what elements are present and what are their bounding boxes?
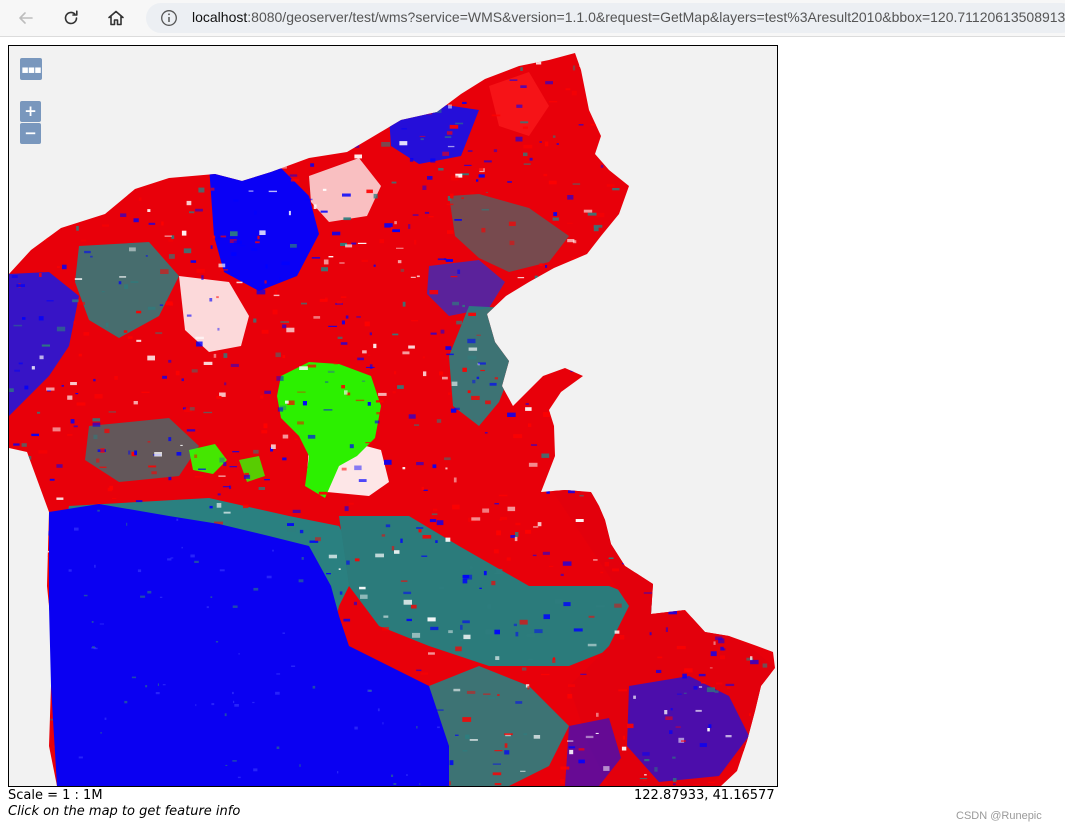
arrow-left-icon xyxy=(19,12,33,24)
info-icon[interactable] xyxy=(160,9,178,27)
browser-toolbar: localhost:8080/geoserver/test/wms?servic… xyxy=(0,0,1065,37)
watermark-text: CSDN @Runepic xyxy=(956,810,1042,822)
zoom-in-button[interactable]: + xyxy=(20,101,41,122)
layer-toggle-button[interactable]: ▪▪▪ xyxy=(20,58,42,80)
home-button[interactable] xyxy=(100,2,132,34)
url-text[interactable]: localhost:8080/geoserver/test/wms?servic… xyxy=(192,9,1065,25)
url-path: :8080/geoserver/test/wms?service=WMS&ver… xyxy=(247,9,1065,25)
address-bar[interactable]: localhost:8080/geoserver/test/wms?servic… xyxy=(146,3,1065,33)
map-viewport[interactable]: ▪▪▪ + − xyxy=(8,45,778,787)
home-icon xyxy=(108,10,124,26)
reload-button[interactable] xyxy=(55,2,87,34)
wms-raster-layer[interactable] xyxy=(9,46,777,786)
url-host: localhost xyxy=(192,9,248,25)
reload-icon xyxy=(64,10,78,25)
coordinate-readout: 122.87933, 41.16577 xyxy=(634,788,775,803)
scale-readout: Scale = 1 : 1M xyxy=(8,788,103,803)
back-button[interactable] xyxy=(10,2,42,34)
zoom-out-button[interactable]: − xyxy=(20,123,41,144)
feature-info-hint: Click on the map to get feature info xyxy=(8,804,241,819)
